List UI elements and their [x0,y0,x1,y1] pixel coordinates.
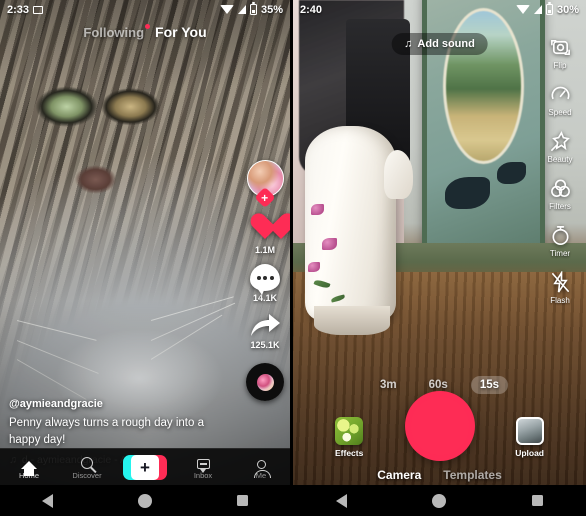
battery-percent: 30% [556,3,579,16]
flash-label: Flash [550,296,570,305]
recents-square-icon[interactable] [236,495,248,506]
wifi-icon [515,5,530,14]
create-button[interactable]: + [116,454,174,480]
create-plus-icon[interactable]: + [123,454,167,480]
flip-label: Flip [553,61,567,70]
left-status-bar: 2:33 35% [0,0,290,19]
feed-tabs: Following For You [0,23,290,40]
back-triangle-icon[interactable] [335,493,347,508]
speed-label: Speed [548,108,572,117]
beauty-button[interactable]: Beauty [539,130,581,164]
filters-button[interactable]: Filters [539,177,581,211]
home-icon [21,461,37,476]
signal-icon [237,5,246,14]
share-button[interactable]: 125.1K [249,312,281,350]
right-status-bar: 2:40 30% [293,0,586,19]
status-time: 2:33 [7,3,30,16]
music-note-icon: ♫ [404,38,413,50]
dual-phone-screenshot: 2:33 35% Following For You + 1.1M 14.1K … [0,0,586,516]
avatar-wrapper[interactable]: + [246,160,284,209]
right-phone-tiktok-camera: 2:40 30% ♫ Add sound Flip Speed Beauty F… [293,0,586,516]
record-row [293,391,586,461]
flip-camera-icon [549,36,572,59]
following-badge-dot [145,23,151,29]
status-time: 2:40 [300,3,323,16]
add-sound-button[interactable]: ♫ Add sound [391,33,488,55]
mode-camera[interactable]: Camera [377,468,421,482]
caption-text: Penny always turns a rough day into a ha… [9,417,204,446]
search-icon [81,457,93,469]
tab-for-you[interactable]: For You [155,24,207,40]
follow-plus-label: + [261,190,269,205]
like-count: 1.1M [254,245,275,255]
add-sound-label: Add sound [417,38,475,50]
wifi-icon [219,5,234,14]
left-system-nav [0,485,290,516]
sidebar-item-me[interactable]: Me [232,454,290,480]
timer-button[interactable]: Timer [539,224,581,258]
flip-camera-button[interactable]: Flip [539,36,581,70]
home-circle-icon[interactable] [432,493,447,508]
home-circle-icon[interactable] [137,493,152,508]
timer-label: Timer [549,249,571,258]
beauty-label: Beauty [547,155,573,164]
person-icon [253,460,271,478]
flash-button[interactable]: Flash [539,271,581,305]
mode-selector: Camera Templates [293,468,586,482]
left-phone-tiktok-feed: 2:33 35% Following For You + 1.1M 14.1K … [0,0,290,516]
share-count: 125.1K [250,340,280,350]
record-button[interactable] [404,391,475,461]
heart-icon [250,214,281,243]
action-rail: + 1.1M 14.1K 125.1K [246,160,284,401]
nav-label-discover: Discover [72,471,102,480]
speed-icon [549,83,572,106]
right-system-nav [293,485,586,516]
signal-icon [533,5,542,14]
timer-icon [549,224,572,247]
sidebar-item-home[interactable]: Home [0,454,58,480]
comment-button[interactable]: 14.1K [250,264,280,303]
filters-icon [549,177,572,200]
filters-label: Filters [549,202,571,211]
camera-tool-rail: Flip Speed Beauty Filters Timer Flash [539,36,581,305]
bottom-nav: Home Discover + Inbox Me [0,448,290,485]
like-button[interactable]: 1.1M [250,214,281,255]
sidebar-item-discover[interactable]: Discover [58,454,116,480]
battery-icon [545,2,553,15]
sidebar-item-inbox[interactable]: Inbox [174,454,232,480]
caption-username[interactable]: @aymieandgracie [9,398,217,410]
battery-icon [249,2,257,15]
beauty-wand-icon [549,130,572,153]
share-icon [249,312,281,338]
mode-templates[interactable]: Templates [443,468,501,482]
back-triangle-icon[interactable] [42,493,54,508]
music-disc-icon[interactable] [246,363,284,401]
battery-percent: 35% [260,3,283,16]
tab-following[interactable]: Following [83,23,151,40]
cast-icon [33,5,44,14]
speed-button[interactable]: Speed [539,83,581,117]
inbox-icon [196,459,210,473]
flash-off-icon [549,271,572,294]
tab-following-label: Following [83,24,145,40]
comment-icon [250,264,280,295]
white-pitcher [304,126,396,321]
recents-square-icon[interactable] [532,495,544,506]
tab-for-you-label: For You [155,24,207,40]
